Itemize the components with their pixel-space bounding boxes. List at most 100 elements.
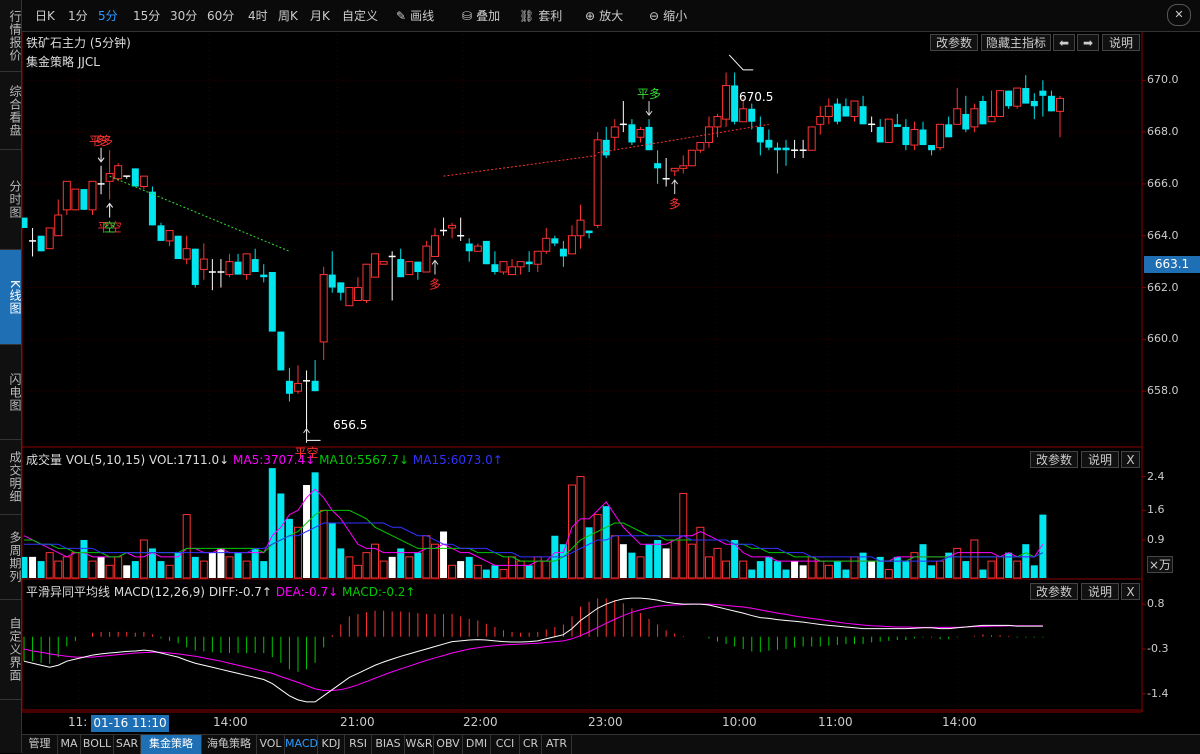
period-8[interactable]: 月K xyxy=(310,7,330,24)
sidebar-item-6[interactable]: 多周期列 xyxy=(0,515,22,600)
candle-body xyxy=(687,149,696,167)
period-5[interactable]: 60分 xyxy=(207,7,234,24)
indicator-tab-11[interactable]: W&R xyxy=(405,735,434,754)
candle-body xyxy=(696,141,705,151)
tool-label: 放大 xyxy=(599,9,624,23)
volume-bar xyxy=(80,539,88,578)
time-axis-label: 11:00 xyxy=(818,715,853,729)
indicator-tab-5[interactable]: 海龟策略 xyxy=(202,735,257,754)
indicator-tab-10[interactable]: BIAS xyxy=(372,735,405,754)
indicator-tab-0[interactable]: 管理 xyxy=(22,735,58,754)
candle-body xyxy=(953,108,962,125)
tool-zoom-in-button[interactable]: ⊕ 放大 xyxy=(585,7,623,24)
indicator-tab-6[interactable]: VOL xyxy=(257,735,285,754)
volume-bar xyxy=(473,564,482,579)
tool-arbitrage-button[interactable]: ⛓ 套利 xyxy=(519,7,562,24)
period-0[interactable]: 日K xyxy=(35,7,55,24)
period-6[interactable]: 4时 xyxy=(248,7,268,24)
period-3[interactable]: 15分 xyxy=(133,7,160,24)
volume-bar xyxy=(1030,565,1038,578)
sidebar-item-1[interactable]: 综合看盘 xyxy=(0,72,22,150)
indicator-tab-4[interactable]: 集金策略 xyxy=(141,735,202,754)
tool-pencil-button[interactable]: ✎ 画线 xyxy=(396,7,434,24)
macd-axis-label: -1.4 xyxy=(1147,686,1169,700)
indicator-tab-1[interactable]: MA xyxy=(58,735,81,754)
indicator-tab-7[interactable]: MACD xyxy=(285,735,318,754)
cursor-time-label: 01-16 11:10 xyxy=(91,715,169,732)
volume-bar xyxy=(422,535,431,579)
candle-body xyxy=(285,380,293,394)
volume-bar xyxy=(868,561,876,578)
volume-close-button[interactable]: X xyxy=(1121,451,1140,468)
candle-body xyxy=(157,225,165,241)
signal-arrow xyxy=(645,101,653,116)
volume-params-button[interactable]: 改参数 xyxy=(1030,451,1078,468)
indicator-tab-12[interactable]: OBV xyxy=(434,735,463,754)
macd-params-button[interactable]: 改参数 xyxy=(1030,583,1078,600)
sidebar-item-3[interactable]: K线图 xyxy=(0,250,22,345)
volume-bar xyxy=(491,565,499,578)
sidebar-item-7[interactable]: 自定义界面 xyxy=(0,600,22,700)
indicator-tab-15[interactable]: CR xyxy=(520,735,542,754)
pencil-icon: ✎ xyxy=(396,9,407,23)
macd-diff: DIFF:-0.7↑ xyxy=(208,585,272,599)
sidebar-item-4[interactable]: 闪电图 xyxy=(0,345,22,440)
candle-body xyxy=(242,253,251,276)
volume-bar xyxy=(139,539,148,579)
candle-body xyxy=(679,165,688,169)
period-4[interactable]: 30分 xyxy=(170,7,197,24)
candle-body xyxy=(268,272,276,332)
volume-bar xyxy=(645,544,653,578)
indicator-tab-8[interactable]: KDJ xyxy=(318,735,345,754)
volume-bar xyxy=(731,539,739,578)
candle-body xyxy=(765,139,773,148)
tool-layers-button[interactable]: ⛁ 叠加 xyxy=(462,7,500,24)
scroll-right-button[interactable]: ➡ xyxy=(1077,34,1099,51)
candle-body xyxy=(71,188,80,211)
indicator-tab-13[interactable]: DMI xyxy=(463,735,491,754)
candle-body xyxy=(482,240,490,265)
indicator-tab-3[interactable]: SAR xyxy=(114,735,141,754)
indicator-tab-16[interactable]: ATR xyxy=(542,735,572,754)
volume-bar xyxy=(88,560,97,579)
indicator-tab-14[interactable]: CCI xyxy=(491,735,520,754)
candle-body xyxy=(893,124,901,127)
candle-body xyxy=(996,90,1005,118)
sidebar-item-0[interactable]: 行情报价 xyxy=(0,0,22,72)
candle-body xyxy=(293,382,302,392)
sidebar-item-5[interactable]: 成交明细 xyxy=(0,440,22,515)
sidebar-item-2[interactable]: 分时图 xyxy=(0,150,22,250)
volume-bar xyxy=(807,556,816,579)
price-axis-label: 660.0 xyxy=(1147,332,1179,346)
indicator-tab-2[interactable]: BOLL xyxy=(81,735,114,754)
candle-body xyxy=(645,126,653,151)
volume-bar xyxy=(576,476,585,579)
volume-axis-label: 0.9 xyxy=(1147,532,1165,546)
period-2[interactable]: 5分 xyxy=(98,7,118,24)
candle-body xyxy=(277,331,285,371)
period-7[interactable]: 周K xyxy=(278,7,298,24)
macd-close-button[interactable]: X xyxy=(1121,583,1140,600)
main-params-button[interactable]: 改参数 xyxy=(930,34,978,51)
hide-indicator-button[interactable]: 隐藏主指标 xyxy=(981,34,1051,51)
volume-bar xyxy=(379,560,388,579)
macd-help-button[interactable]: 说明 xyxy=(1081,583,1119,600)
close-icon[interactable]: ✕ xyxy=(1167,4,1191,26)
volume-bar xyxy=(199,560,208,579)
volume-bar xyxy=(29,556,37,578)
volume-bar xyxy=(996,556,1005,579)
indicator-tab-9[interactable]: RSI xyxy=(345,735,372,754)
volume-bar xyxy=(362,552,371,579)
macd-header: 平滑异同平均线 MACD(12,26,9) DIFF:-0.7↑ DEA:-0.… xyxy=(26,583,415,600)
volume-bar xyxy=(739,560,748,579)
candle-body xyxy=(139,175,148,188)
volume-help-button[interactable]: 说明 xyxy=(1081,451,1119,468)
tool-zoom-out-button[interactable]: ⊖ 缩小 xyxy=(649,7,687,24)
candle-body xyxy=(199,258,208,270)
chart-canvas[interactable]: 多平多平空空平空多平多多 xyxy=(0,0,1200,753)
scroll-left-button[interactable]: ⬅ xyxy=(1053,34,1075,51)
period-9[interactable]: 自定义 xyxy=(342,7,378,24)
main-help-button[interactable]: 说明 xyxy=(1102,34,1140,51)
volume-bar xyxy=(765,556,773,578)
period-1[interactable]: 1分 xyxy=(68,7,88,24)
